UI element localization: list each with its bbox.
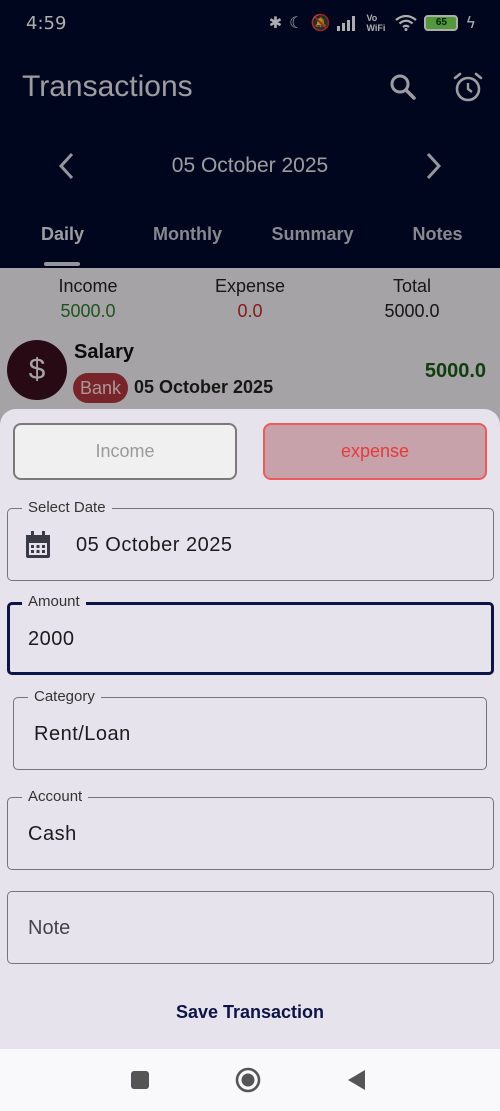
category-field-label: Category <box>28 687 101 707</box>
income-toggle-button[interactable]: Income <box>13 423 237 480</box>
account-field-label: Account <box>22 787 89 807</box>
date-field-value: 05 October 2025 <box>76 534 233 556</box>
account-field[interactable]: Account Cash <box>7 787 494 870</box>
add-transaction-sheet: Income expense Select Date 05 October 20… <box>0 409 500 1049</box>
note-field[interactable]: Note <box>7 891 494 964</box>
note-field-placeholder: Note <box>28 917 71 939</box>
date-field-label: Select Date <box>22 498 112 518</box>
date-field[interactable]: Select Date 05 October 2025 <box>7 498 494 581</box>
amount-field[interactable]: Amount 2000 <box>7 592 494 675</box>
category-field-value: Rent/Loan <box>34 723 131 745</box>
system-nav-bar <box>0 1049 500 1111</box>
back-icon[interactable] <box>342 1065 372 1095</box>
category-field[interactable]: Category Rent/Loan <box>13 687 487 770</box>
home-icon[interactable] <box>233 1065 263 1095</box>
recents-icon[interactable] <box>125 1065 155 1095</box>
save-transaction-button[interactable]: Save Transaction <box>150 997 350 1027</box>
amount-field-value: 2000 <box>28 628 75 650</box>
account-field-value: Cash <box>28 823 77 845</box>
amount-field-label: Amount <box>22 592 86 612</box>
calendar-icon[interactable] <box>25 531 51 559</box>
expense-toggle-button[interactable]: expense <box>263 423 487 480</box>
